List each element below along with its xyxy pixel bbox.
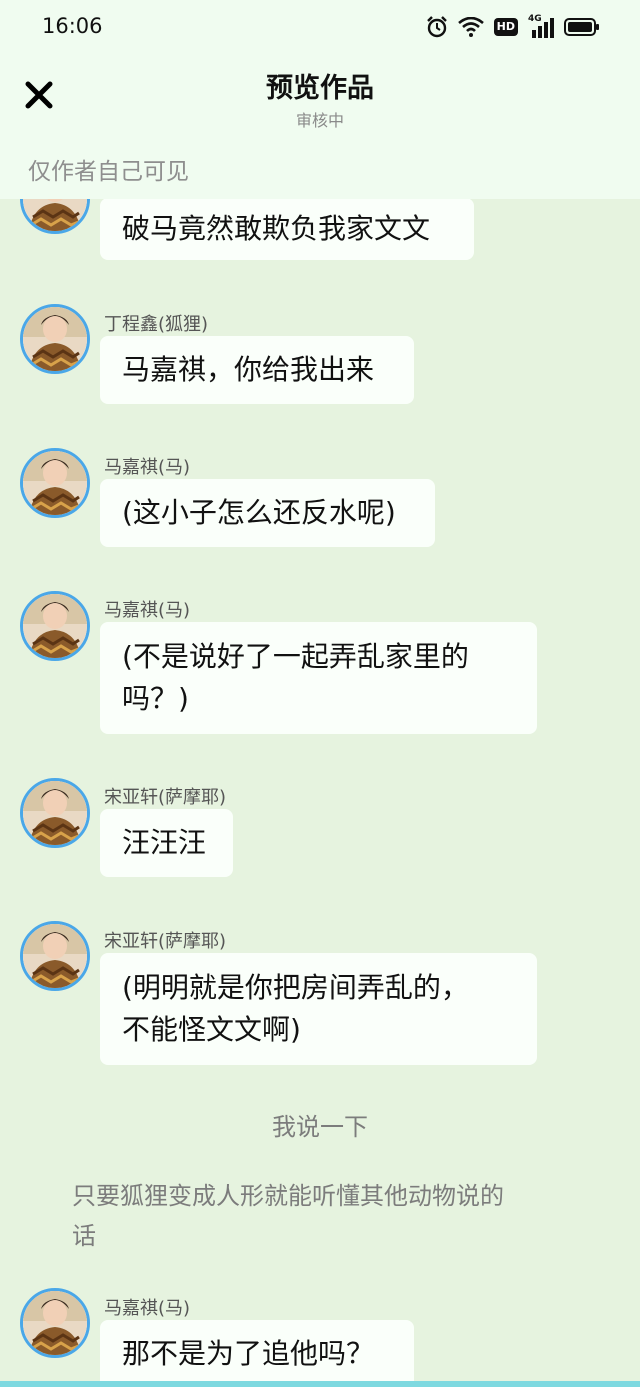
hd-icon: HD (493, 18, 518, 36)
battery-icon (564, 18, 599, 36)
status-icons: HD 4G (426, 14, 600, 38)
network-label: 4G (528, 14, 542, 24)
avatar[interactable] (20, 1288, 90, 1358)
message-text-line: 吗？) (122, 682, 189, 715)
narration-text: 我说一下 (272, 1113, 368, 1141)
avatar[interactable] (20, 304, 90, 374)
signal-4g-icon: 4G (528, 14, 554, 38)
message-text: 破马竟然敢欺负我家文文 (122, 212, 431, 245)
narration-text: 只要狐狸变成人形就能听懂其他动物说的 话 (72, 1176, 504, 1256)
avatar-icon (23, 924, 87, 988)
avatar-icon (23, 781, 87, 845)
chat-bubble: (不是说好了一起弄乱家里的 吗？) (100, 622, 537, 734)
message-text: 那不是为了追他吗？ (122, 1336, 375, 1370)
avatar[interactable] (20, 448, 90, 518)
message-text: 马嘉祺，你给我出来 (122, 353, 375, 386)
avatar-icon (23, 594, 87, 658)
avatar[interactable] (20, 778, 90, 848)
status-bar: 16:06 HD 4G (0, 0, 640, 56)
chat-bubble: 汪汪汪 (100, 809, 233, 877)
bottom-scroll-bar (0, 1381, 640, 1387)
narration-line: 话 (72, 1222, 96, 1250)
message-text-line: (明明就是你把房间弄乱的， (122, 971, 469, 1004)
speaker-name: 宋亚轩(萨摩耶) (104, 787, 227, 808)
avatar-icon (23, 451, 87, 515)
speaker-name: 丁程鑫(狐狸) (104, 314, 209, 335)
message-text-line: (不是说好了一起弄乱家里的 (122, 640, 469, 673)
avatar-icon (23, 307, 87, 371)
review-status: 审核中 (295, 111, 344, 130)
speaker-name: 宋亚轩(萨摩耶) (104, 931, 227, 952)
chat-bubble: 马嘉祺，你给我出来 (100, 336, 414, 404)
alarm-icon (426, 16, 447, 38)
chat-bubble: 那不是为了追他吗？ (100, 1320, 414, 1387)
chat-bubble: (明明就是你把房间弄乱的， 不能怪文文啊) (100, 953, 537, 1065)
page-title: 预览作品 (266, 73, 374, 104)
chat-bubble: (这小子怎么还反水呢) (100, 479, 435, 547)
message-text: 汪汪汪 (122, 826, 207, 859)
avatar[interactable] (20, 921, 90, 991)
wifi-icon (457, 17, 484, 37)
speaker-name: 马嘉祺(马) (104, 457, 191, 478)
visibility-note: 仅作者自己可见 (28, 159, 189, 185)
speaker-name: 马嘉祺(马) (104, 600, 191, 621)
narration-line: 只要狐狸变成人形就能听懂其他动物说的 (72, 1182, 504, 1210)
avatar-icon (23, 1291, 87, 1355)
message-text: (这小子怎么还反水呢) (122, 496, 396, 529)
preview-header: 预览作品 审核中 仅作者自己可见 (0, 56, 640, 199)
avatar[interactable] (20, 591, 90, 661)
speaker-name: 马嘉祺(马) (104, 1298, 191, 1319)
status-time: 16:06 (42, 14, 103, 38)
chat-bubble: 破马竟然敢欺负我家文文 (100, 198, 474, 260)
message-text-line: 不能怪文文啊) (122, 1013, 301, 1046)
